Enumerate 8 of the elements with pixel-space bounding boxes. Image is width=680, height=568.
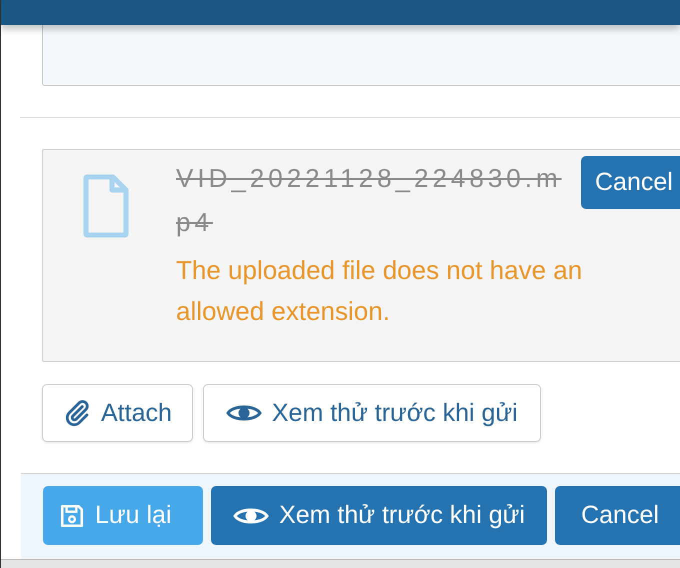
file-name: VID_20221128_224830.mp4 (176, 162, 563, 239)
preview-button[interactable]: Xem thử trước khi gửi (202, 384, 541, 442)
cancel-button[interactable]: Cancel (555, 486, 680, 545)
attach-button[interactable]: Attach (42, 384, 193, 442)
preview-button[interactable]: Xem thử trước khi gửi (211, 486, 547, 545)
error-message: The uploaded file does not have an allowed extension. (176, 254, 584, 328)
save-button[interactable]: Lưu lại (43, 486, 203, 545)
cancel-button[interactable]: Cancel (581, 156, 680, 209)
